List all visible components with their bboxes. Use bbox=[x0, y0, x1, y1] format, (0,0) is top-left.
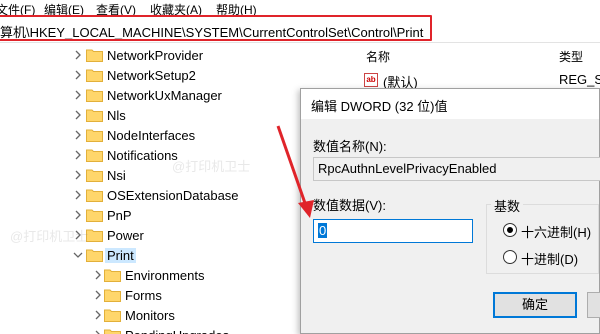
folder-icon bbox=[86, 229, 103, 242]
folder-icon bbox=[86, 129, 103, 142]
tree-item-label: NetworkProvider bbox=[107, 48, 204, 63]
decimal-radio[interactable] bbox=[503, 250, 517, 264]
folder-icon bbox=[86, 249, 103, 262]
folder-icon bbox=[86, 69, 103, 82]
chevron-right-icon[interactable] bbox=[92, 309, 104, 321]
tree-item[interactable]: OSExtensionDatabase bbox=[0, 186, 340, 206]
folder-icon bbox=[104, 269, 121, 282]
tree-item[interactable]: Environments bbox=[0, 266, 340, 286]
folder-icon bbox=[104, 289, 121, 302]
tree-item[interactable]: NetworkUxManager bbox=[0, 86, 340, 106]
tree-item[interactable]: Nsi bbox=[0, 166, 340, 186]
tree-item-label: Power bbox=[107, 228, 144, 243]
tree-item-label: NetworkUxManager bbox=[107, 88, 222, 103]
value-data-label: 数值数据(V): bbox=[313, 198, 386, 213]
tree-item-label: Nls bbox=[107, 108, 126, 123]
string-value-icon: ab bbox=[364, 73, 378, 87]
column-header-type[interactable]: 类型 bbox=[559, 48, 583, 65]
tree-item[interactable]: Print bbox=[0, 246, 340, 266]
folder-icon bbox=[86, 169, 103, 182]
tree-item[interactable]: Forms bbox=[0, 286, 340, 306]
tree-item[interactable]: NodeInterfaces bbox=[0, 126, 340, 146]
column-header-name[interactable]: 名称 bbox=[366, 48, 390, 65]
tree-item-label: Forms bbox=[125, 288, 162, 303]
tree-item-label: Notifications bbox=[107, 148, 178, 163]
chevron-right-icon[interactable] bbox=[72, 49, 84, 61]
tree-item-label: PendingUpgrades bbox=[125, 328, 229, 334]
tree-item-label: NodeInterfaces bbox=[107, 128, 196, 143]
hex-radio-label[interactable]: 十六进制(H) bbox=[521, 222, 591, 241]
chevron-right-icon[interactable] bbox=[92, 289, 104, 301]
watermark: @打印机卫士 bbox=[10, 229, 89, 244]
tree-item[interactable]: PnP bbox=[0, 206, 340, 226]
tree-item[interactable]: Notifications bbox=[0, 146, 340, 166]
tree-item[interactable]: Monitors bbox=[0, 306, 340, 326]
address-highlight-box bbox=[0, 15, 432, 41]
tree-item-label: Monitors bbox=[125, 308, 175, 323]
hex-radio[interactable] bbox=[503, 223, 517, 237]
folder-icon bbox=[86, 89, 103, 102]
tree-item-label: NetworkSetup2 bbox=[107, 68, 196, 83]
value-row-type: REG_SZ bbox=[559, 72, 600, 87]
value-name-field[interactable]: RpcAuthnLevelPrivacyEnabled bbox=[313, 157, 600, 181]
folder-icon bbox=[86, 189, 103, 202]
ok-button[interactable]: 确定 bbox=[493, 292, 577, 318]
chevron-right-icon[interactable] bbox=[72, 109, 84, 121]
chevron-right-icon[interactable] bbox=[72, 169, 84, 181]
watermark: @打印机卫士 bbox=[172, 159, 251, 174]
chevron-right-icon[interactable] bbox=[92, 329, 104, 334]
folder-icon bbox=[86, 49, 103, 62]
base-label: 基数 bbox=[491, 196, 524, 215]
dialog-titlebar[interactable]: 编辑 DWORD (32 位)值 bbox=[301, 89, 599, 119]
cancel-button[interactable] bbox=[587, 292, 600, 318]
chevron-down-icon[interactable] bbox=[72, 249, 84, 261]
radio-selected-dot bbox=[507, 227, 513, 233]
value-data-text: 0 bbox=[318, 223, 328, 238]
chevron-right-icon[interactable] bbox=[72, 189, 84, 201]
chevron-right-icon[interactable] bbox=[72, 129, 84, 141]
value-data-field[interactable]: 0 bbox=[313, 219, 473, 243]
folder-icon bbox=[86, 149, 103, 162]
folder-icon bbox=[104, 329, 121, 334]
chevron-right-icon[interactable] bbox=[72, 209, 84, 221]
chevron-right-icon[interactable] bbox=[72, 149, 84, 161]
chevron-right-icon[interactable] bbox=[72, 89, 84, 101]
folder-icon bbox=[86, 109, 103, 122]
chevron-right-icon[interactable] bbox=[72, 69, 84, 81]
tree-item[interactable]: PendingUpgrades bbox=[0, 326, 340, 334]
tree-item-label: PnP bbox=[107, 208, 132, 223]
dialog-title: 编辑 DWORD (32 位)值 bbox=[311, 99, 448, 114]
folder-icon bbox=[104, 309, 121, 322]
decimal-radio-label[interactable]: 十进制(D) bbox=[521, 249, 578, 268]
tree-item-label: Environments bbox=[125, 268, 205, 283]
tree-item[interactable]: Nls bbox=[0, 106, 340, 126]
tree-item-label: Print bbox=[105, 248, 136, 263]
folder-icon bbox=[86, 209, 103, 222]
tree-item-label: OSExtensionDatabase bbox=[107, 188, 239, 203]
tree-item-label: Nsi bbox=[107, 168, 126, 183]
value-name-label: 数值名称(N): bbox=[313, 139, 387, 154]
chevron-right-icon[interactable] bbox=[92, 269, 104, 281]
edit-dword-dialog: 编辑 DWORD (32 位)值 数值名称(N): RpcAuthnLevelP… bbox=[300, 88, 600, 334]
tree-item[interactable]: NetworkProvider bbox=[0, 46, 340, 66]
tree-item[interactable]: NetworkSetup2 bbox=[0, 66, 340, 86]
